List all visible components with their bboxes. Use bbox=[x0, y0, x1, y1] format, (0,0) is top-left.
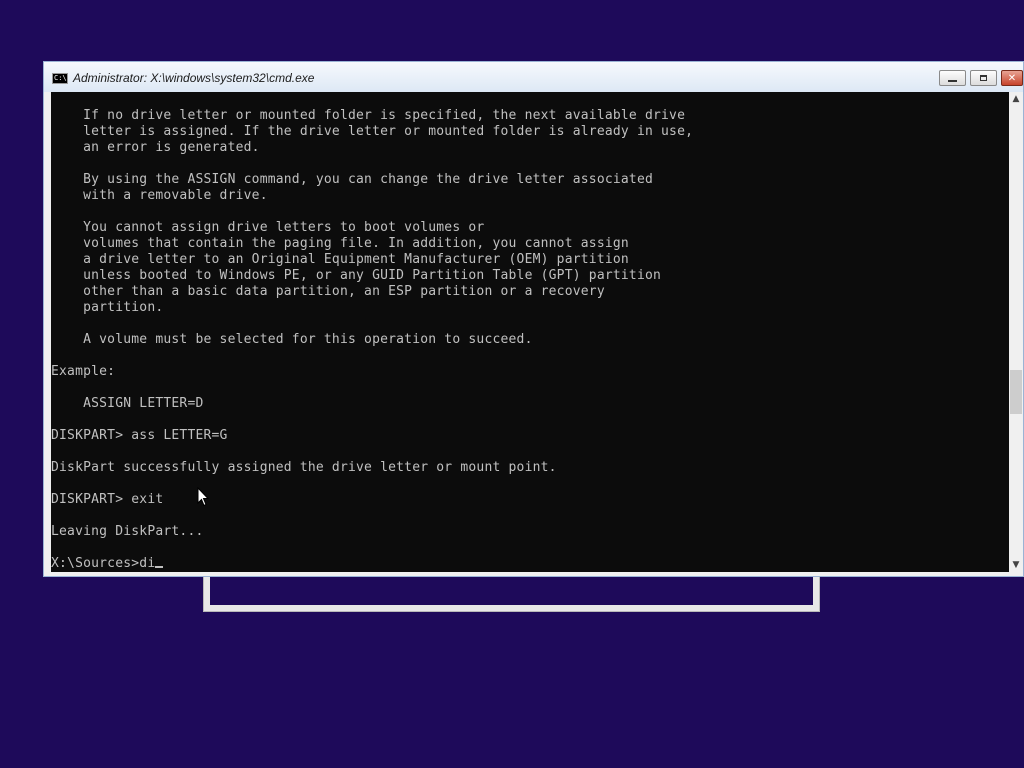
console-line: A volume must be selected for this opera… bbox=[51, 332, 533, 347]
text-cursor bbox=[155, 566, 164, 568]
cmd-icon-label: C:\ bbox=[54, 74, 67, 82]
console-line: DiskPart successfully assigned the drive… bbox=[51, 460, 557, 475]
console-line: Example: bbox=[51, 364, 116, 379]
command-prompt-line[interactable]: X:\Sources>di bbox=[51, 556, 693, 572]
prompt-text: X:\Sources>di bbox=[51, 556, 156, 571]
console-line: DISKPART> ass LETTER=G bbox=[51, 428, 228, 443]
console-line: DISKPART> exit bbox=[51, 492, 164, 507]
window-title: Administrator: X:\windows\system32\cmd.e… bbox=[73, 71, 315, 85]
maximize-button[interactable] bbox=[970, 70, 997, 86]
console-line: unless booted to Windows PE, or any GUID… bbox=[51, 268, 662, 283]
cmd-app-icon[interactable]: C:\ bbox=[52, 73, 68, 84]
close-icon: ✕ bbox=[1007, 72, 1017, 84]
console-line: with a removable drive. bbox=[51, 188, 268, 203]
console-line: other than a basic data partition, an ES… bbox=[51, 284, 605, 299]
console-output[interactable]: If no drive letter or mounted folder is … bbox=[51, 92, 1011, 572]
console-line: letter is assigned. If the drive letter … bbox=[51, 124, 694, 139]
minimize-button[interactable] bbox=[939, 70, 966, 86]
mouse-pointer-icon bbox=[197, 487, 209, 507]
console-line: You cannot assign drive letters to boot … bbox=[51, 220, 485, 235]
console-line: an error is generated. bbox=[51, 140, 260, 155]
cmd-window[interactable]: C:\ Administrator: X:\windows\system32\c… bbox=[43, 61, 1024, 577]
window-controls: ✕ bbox=[935, 70, 1023, 88]
scrollbar-thumb[interactable] bbox=[1010, 370, 1022, 414]
console-line: a drive letter to an Original Equipment … bbox=[51, 252, 629, 267]
console-line: volumes that contain the paging file. In… bbox=[51, 236, 629, 251]
close-button[interactable]: ✕ bbox=[1001, 70, 1023, 86]
maximize-icon bbox=[971, 71, 996, 85]
console-line: partition. bbox=[51, 300, 164, 315]
minimize-icon bbox=[940, 71, 965, 85]
scroll-up-icon[interactable]: ▲ bbox=[1009, 92, 1023, 106]
console-line: ASSIGN LETTER=D bbox=[51, 396, 204, 411]
console-lines: If no drive letter or mounted folder is … bbox=[51, 108, 693, 572]
console-line: By using the ASSIGN command, you can cha… bbox=[51, 172, 653, 187]
console-line: Leaving DiskPart... bbox=[51, 524, 204, 539]
vertical-scrollbar[interactable]: ▲ ▼ bbox=[1009, 92, 1023, 572]
desktop-background: C:\ Administrator: X:\windows\system32\c… bbox=[0, 0, 1024, 768]
console-line: If no drive letter or mounted folder is … bbox=[51, 108, 686, 123]
title-bar[interactable]: C:\ Administrator: X:\windows\system32\c… bbox=[44, 62, 1023, 92]
scroll-down-icon[interactable]: ▼ bbox=[1009, 558, 1023, 572]
